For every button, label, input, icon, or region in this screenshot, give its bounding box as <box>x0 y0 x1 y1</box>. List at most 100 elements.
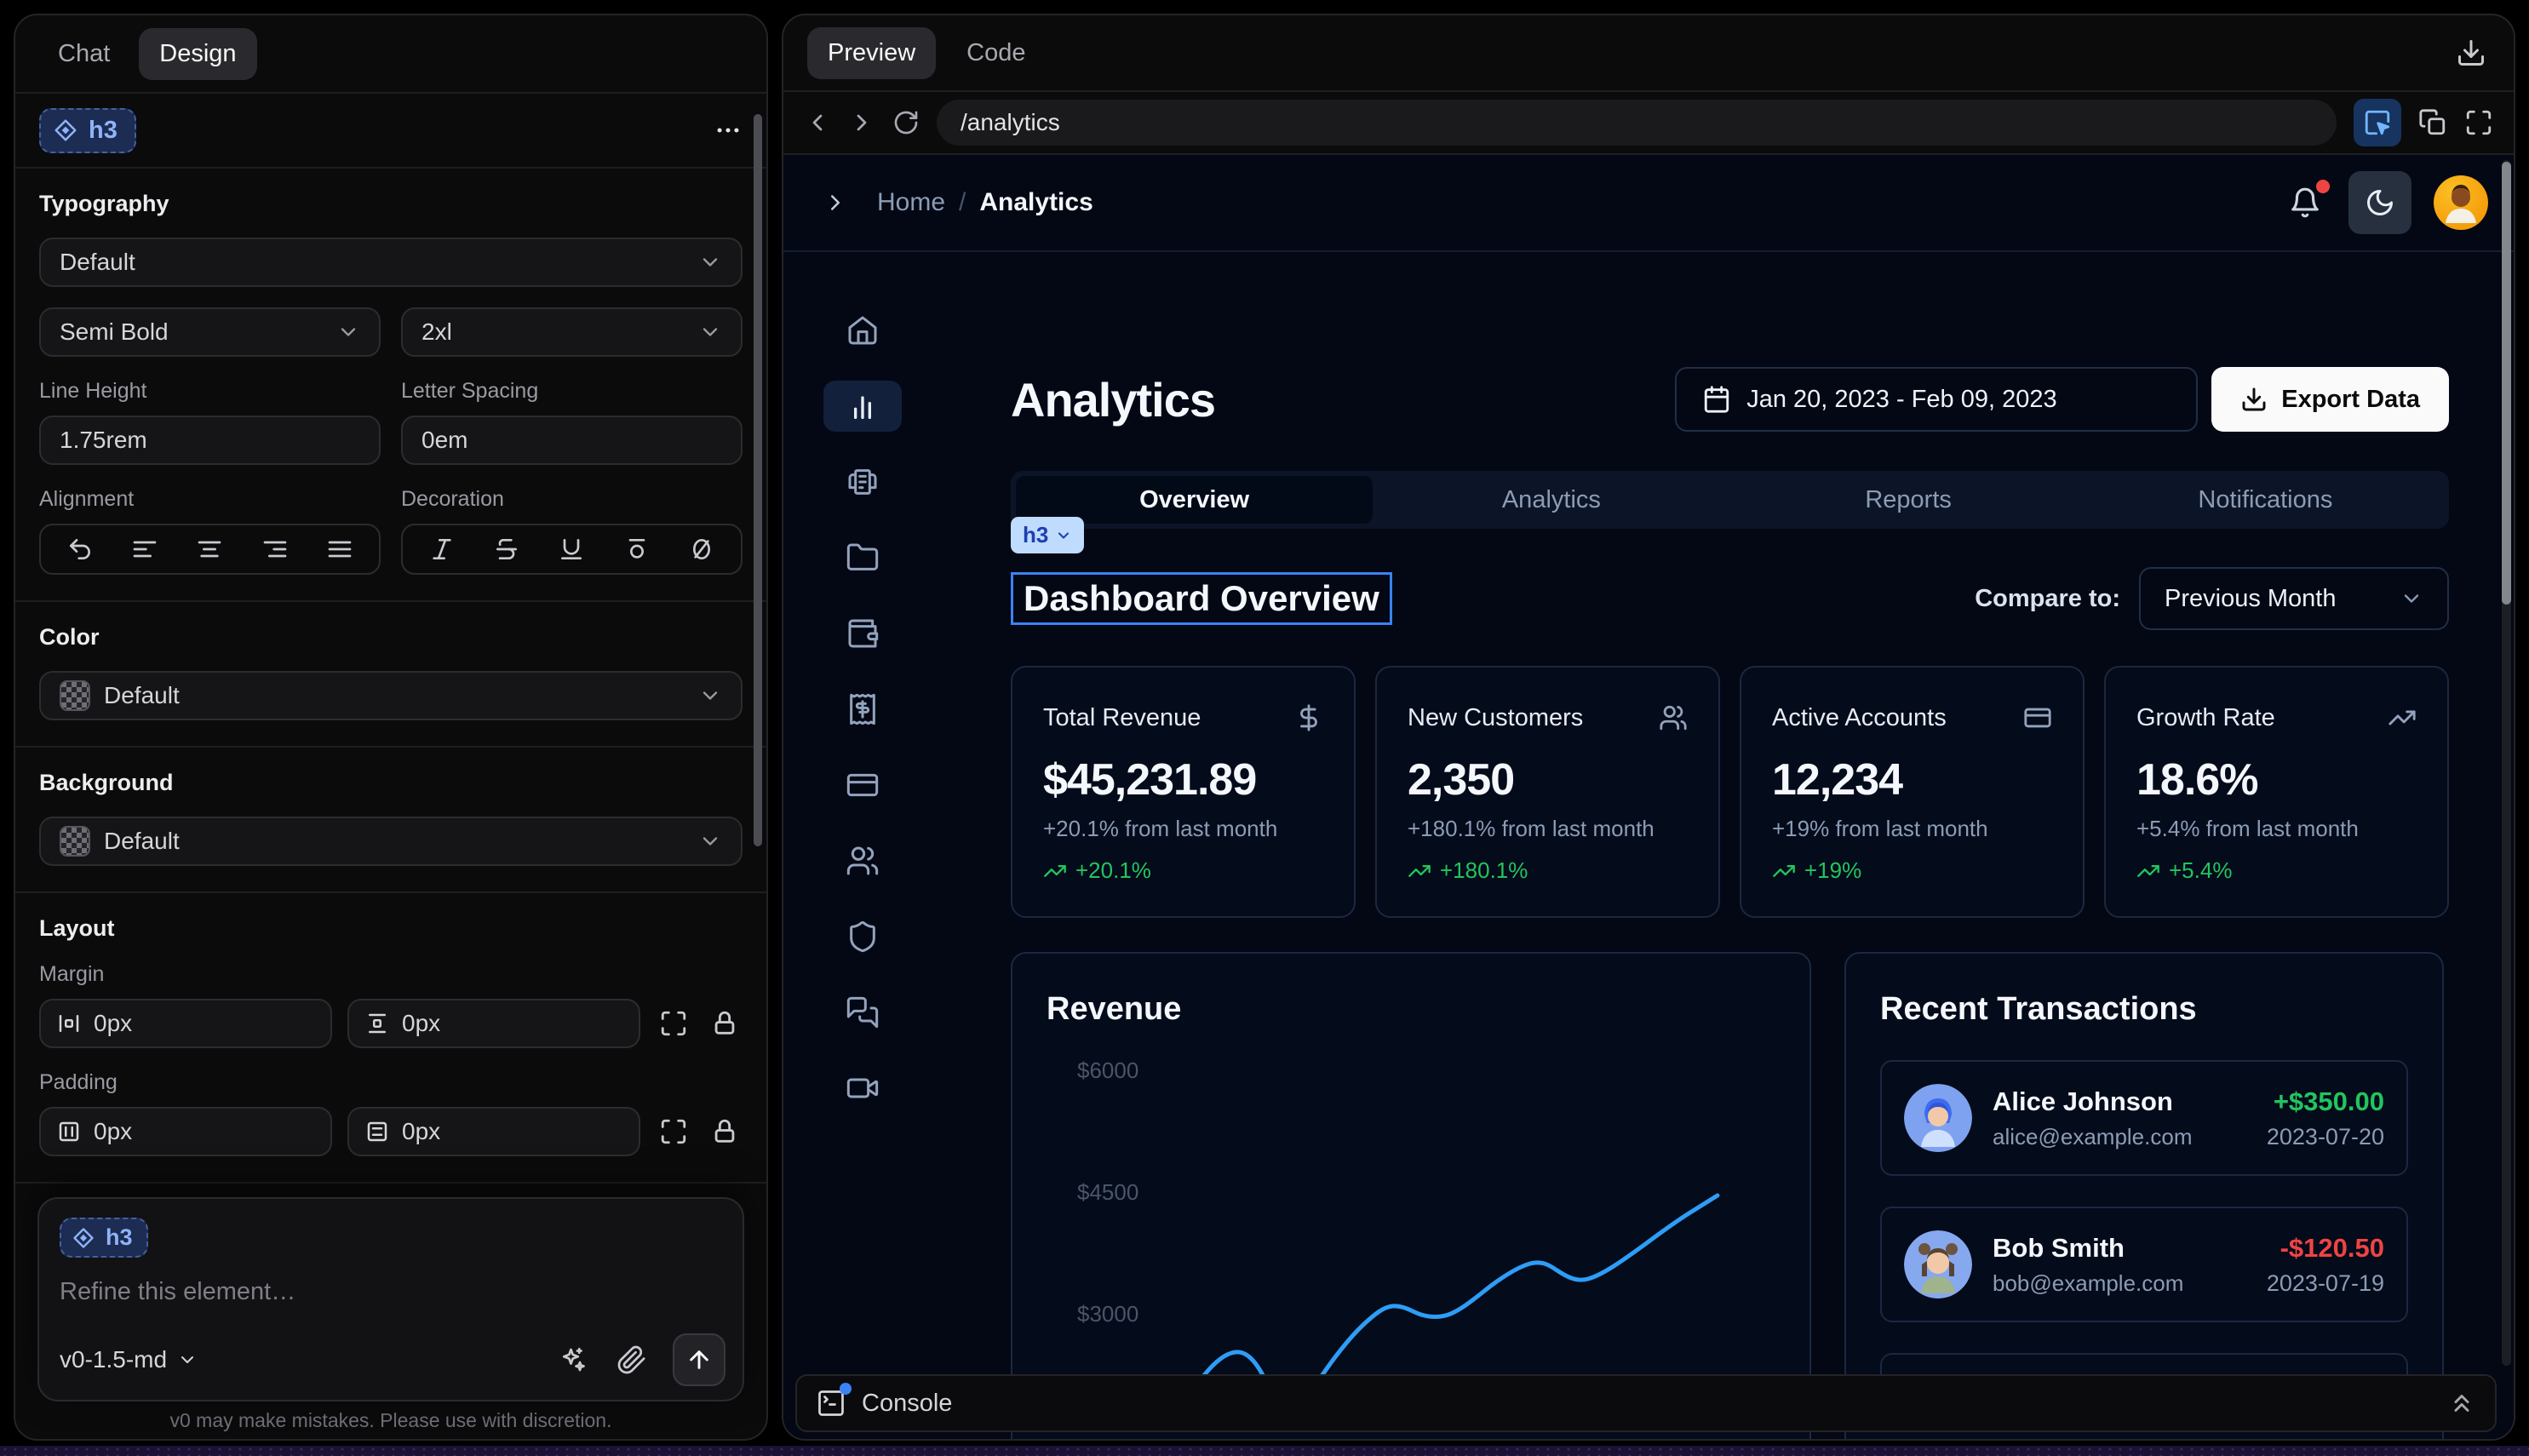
align-center-button[interactable] <box>192 532 227 566</box>
tab-preview[interactable]: Preview <box>807 27 936 79</box>
sidebar-item-receipts[interactable] <box>823 684 902 735</box>
tab-chat[interactable]: Chat <box>37 28 130 80</box>
overline-button[interactable] <box>620 532 654 566</box>
composer-element-badge[interactable]: h3 <box>60 1218 148 1258</box>
enhance-prompt-button[interactable] <box>553 1341 591 1379</box>
italic-button[interactable] <box>425 532 459 566</box>
preview-header: Preview Code <box>783 15 2514 92</box>
chevron-down-icon <box>336 320 360 344</box>
tab-design[interactable]: Design <box>139 28 256 80</box>
tab-reports[interactable]: Reports <box>1730 476 2087 524</box>
breadcrumb-home[interactable]: Home <box>877 188 945 217</box>
font-size-select[interactable]: 2xl <box>401 307 743 357</box>
export-data-button[interactable]: Export Data <box>2211 367 2449 432</box>
url-input[interactable]: /analytics <box>937 100 2337 146</box>
reset-alignment-button[interactable] <box>63 532 97 566</box>
margin-expand-button[interactable] <box>656 1006 691 1041</box>
padding-x-input[interactable]: 0px <box>39 1107 332 1156</box>
selected-element-badge[interactable]: h3 <box>39 108 136 153</box>
arrow-up-icon <box>685 1346 713 1373</box>
background-select[interactable]: Default <box>39 817 743 866</box>
tab-notifications[interactable]: Notifications <box>2087 476 2444 524</box>
compare-period-select[interactable]: Previous Month <box>2139 567 2449 630</box>
revenue-line-chart <box>1072 1001 1779 1439</box>
tab-analytics[interactable]: Analytics <box>1373 476 1729 524</box>
back-button[interactable] <box>804 109 831 136</box>
maximize-icon <box>659 1009 688 1038</box>
strikethrough-button[interactable] <box>490 532 524 566</box>
preview-scrollbar-thumb[interactable] <box>2502 162 2511 605</box>
align-left-button[interactable] <box>128 532 162 566</box>
console-expand-button[interactable] <box>2447 1389 2476 1418</box>
fullscreen-button[interactable] <box>2464 108 2493 137</box>
lock-icon <box>710 1117 739 1146</box>
attach-file-button[interactable] <box>613 1341 651 1379</box>
font-weight-select[interactable]: Semi Bold <box>39 307 381 357</box>
console-bar[interactable]: Console <box>795 1374 2497 1432</box>
design-panel-scrollbar[interactable] <box>754 114 762 846</box>
sidebar-item-customers[interactable] <box>823 835 902 886</box>
model-select[interactable]: v0-1.5-md <box>60 1346 198 1373</box>
stat-change: +5.4% from last month <box>2136 816 2417 842</box>
preview-scrollbar[interactable] <box>2502 160 2511 1366</box>
transaction-row[interactable]: Bob Smith bob@example.com -$120.50 2023-… <box>1880 1207 2408 1322</box>
no-decoration-button[interactable] <box>685 532 719 566</box>
color-section: Color Default <box>15 602 766 748</box>
selected-element-row: h3 <box>15 94 766 169</box>
padding-expand-button[interactable] <box>656 1114 691 1149</box>
more-options-button[interactable] <box>714 116 743 145</box>
margin-y-input[interactable]: 0px <box>347 999 640 1048</box>
sidebar-toggle-button[interactable] <box>823 190 848 215</box>
padding-y-input[interactable]: 0px <box>347 1107 640 1156</box>
copy-button[interactable] <box>2418 108 2447 137</box>
color-select[interactable]: Default <box>39 671 743 720</box>
download-icon <box>2456 37 2486 68</box>
transaction-email: alice@example.com <box>1993 1124 2192 1150</box>
font-family-select[interactable]: Default <box>39 238 743 287</box>
chevron-down-icon <box>177 1350 198 1370</box>
theme-toggle-button[interactable] <box>2348 171 2411 234</box>
sidebar-item-files[interactable] <box>823 532 902 583</box>
trending-up-icon <box>1772 859 1796 883</box>
tab-code[interactable]: Code <box>946 27 1046 79</box>
padding-label: Padding <box>39 1070 743 1095</box>
notifications-button[interactable] <box>2284 181 2326 224</box>
background-title: Background <box>39 770 743 796</box>
home-icon <box>846 313 880 347</box>
download-button[interactable] <box>2452 34 2490 72</box>
selected-element-tag[interactable]: h3 <box>1011 517 1084 553</box>
padding-lock-button[interactable] <box>707 1114 743 1149</box>
sidebar-item-wallet[interactable] <box>823 608 902 659</box>
sidebar-item-cards[interactable] <box>823 760 902 811</box>
select-element-button[interactable] <box>2354 99 2401 146</box>
forward-button[interactable] <box>848 109 875 136</box>
submit-button[interactable] <box>673 1333 725 1386</box>
margin-lock-button[interactable] <box>707 1006 743 1041</box>
sidebar-item-video[interactable] <box>823 1063 902 1114</box>
align-right-button[interactable] <box>258 532 292 566</box>
calendar-icon <box>1702 385 1731 414</box>
diamond-icon <box>53 118 78 143</box>
sidebar-item-invoices[interactable] <box>823 456 902 507</box>
align-justify-button[interactable] <box>323 532 357 566</box>
date-range-button[interactable]: Jan 20, 2023 - Feb 09, 2023 <box>1675 367 2198 432</box>
line-height-input[interactable]: 1.75rem <box>39 416 381 465</box>
underline-button[interactable] <box>554 532 588 566</box>
refine-input[interactable]: Refine this element… <box>60 1278 722 1306</box>
sidebar-item-security[interactable] <box>823 911 902 962</box>
sidebar-item-messages[interactable] <box>823 987 902 1038</box>
padding-horizontal-icon <box>56 1119 82 1144</box>
transaction-row[interactable]: Alice Johnson alice@example.com +$350.00… <box>1880 1060 2408 1176</box>
download-icon <box>2240 386 2268 413</box>
sidebar-item-analytics[interactable] <box>823 381 902 432</box>
user-avatar[interactable] <box>2434 175 2488 230</box>
selected-element-label: h3 <box>89 117 118 145</box>
decoration-toolbar <box>401 524 743 575</box>
stat-value: 2,350 <box>1408 754 1688 805</box>
letter-spacing-input[interactable]: 0em <box>401 416 743 465</box>
margin-x-input[interactable]: 0px <box>39 999 332 1048</box>
transaction-name: Bob Smith <box>1993 1233 2183 1264</box>
sidebar-item-home[interactable] <box>823 305 902 356</box>
refresh-button[interactable] <box>892 109 920 136</box>
dashboard-overview-heading[interactable]: Dashboard Overview <box>1011 572 1392 625</box>
